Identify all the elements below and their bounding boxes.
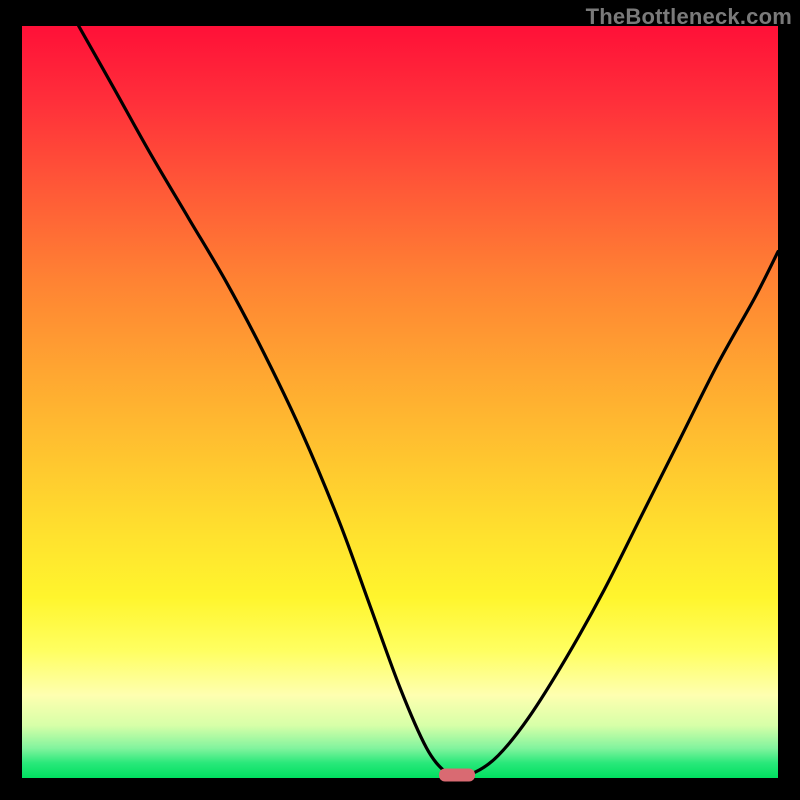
minimum-marker — [439, 768, 475, 781]
chart-frame: TheBottleneck.com — [0, 0, 800, 800]
attribution-label: TheBottleneck.com — [586, 4, 792, 30]
bottleneck-curve — [22, 26, 778, 778]
plot-area — [22, 26, 778, 778]
